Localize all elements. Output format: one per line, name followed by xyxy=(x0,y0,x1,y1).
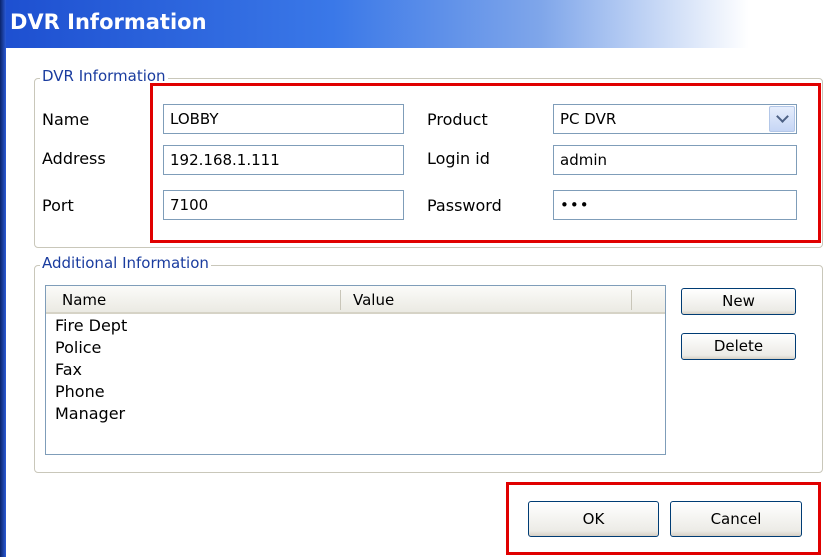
column-separator[interactable] xyxy=(340,290,341,310)
list-item[interactable]: Phone xyxy=(55,382,105,402)
highlight-box-footer-buttons xyxy=(506,482,821,555)
address-label: Address xyxy=(42,149,106,168)
delete-button-label: Delete xyxy=(713,337,764,355)
dialog-body: DVR Information Name LOBBY Address 192.1… xyxy=(6,48,832,557)
list-item[interactable]: Manager xyxy=(55,404,125,424)
list-header: Name Value xyxy=(46,286,665,314)
name-label: Name xyxy=(42,110,90,129)
list-item[interactable]: Fax xyxy=(55,360,82,380)
additional-information-legend: Additional Information xyxy=(40,254,211,272)
delete-button[interactable]: Delete xyxy=(681,333,796,360)
highlight-box-dvr-fields xyxy=(150,83,821,243)
dialog-window: DVR Information DVR Information Name LOB… xyxy=(0,0,832,557)
column-header-value[interactable]: Value xyxy=(353,291,394,309)
port-label: Port xyxy=(42,196,74,215)
new-button[interactable]: New xyxy=(681,288,796,315)
list-item[interactable]: Police xyxy=(55,338,101,358)
additional-info-list[interactable]: Name Value Fire Dept Police Fax Phone Ma… xyxy=(45,285,666,455)
new-button-label: New xyxy=(722,292,755,310)
dvr-information-legend: DVR Information xyxy=(40,67,168,85)
list-item[interactable]: Fire Dept xyxy=(55,316,127,336)
column-separator[interactable] xyxy=(631,290,632,310)
title-bar[interactable]: DVR Information xyxy=(0,0,832,48)
column-header-name[interactable]: Name xyxy=(62,291,106,309)
window-title: DVR Information xyxy=(10,10,207,34)
